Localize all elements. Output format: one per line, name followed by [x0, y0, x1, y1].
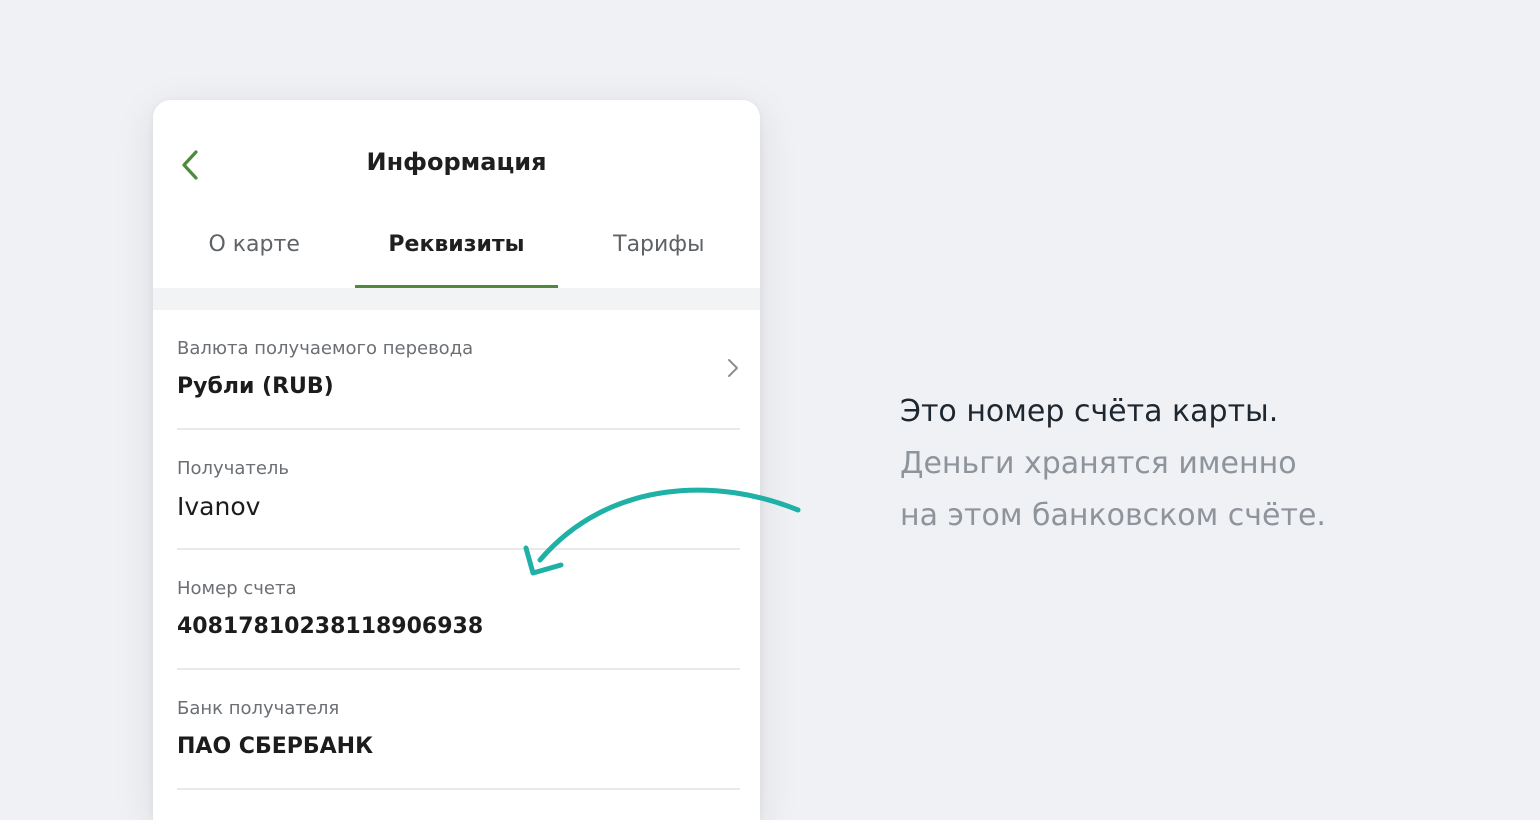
caption-line: Это номер счёта карты. [900, 394, 1279, 429]
caption-line: Деньги хранятся именно [900, 446, 1297, 481]
caption-line: на этом банковском счёте. [900, 498, 1326, 533]
caption: Это номер счёта карты. Деньги хранятся и… [900, 386, 1326, 542]
